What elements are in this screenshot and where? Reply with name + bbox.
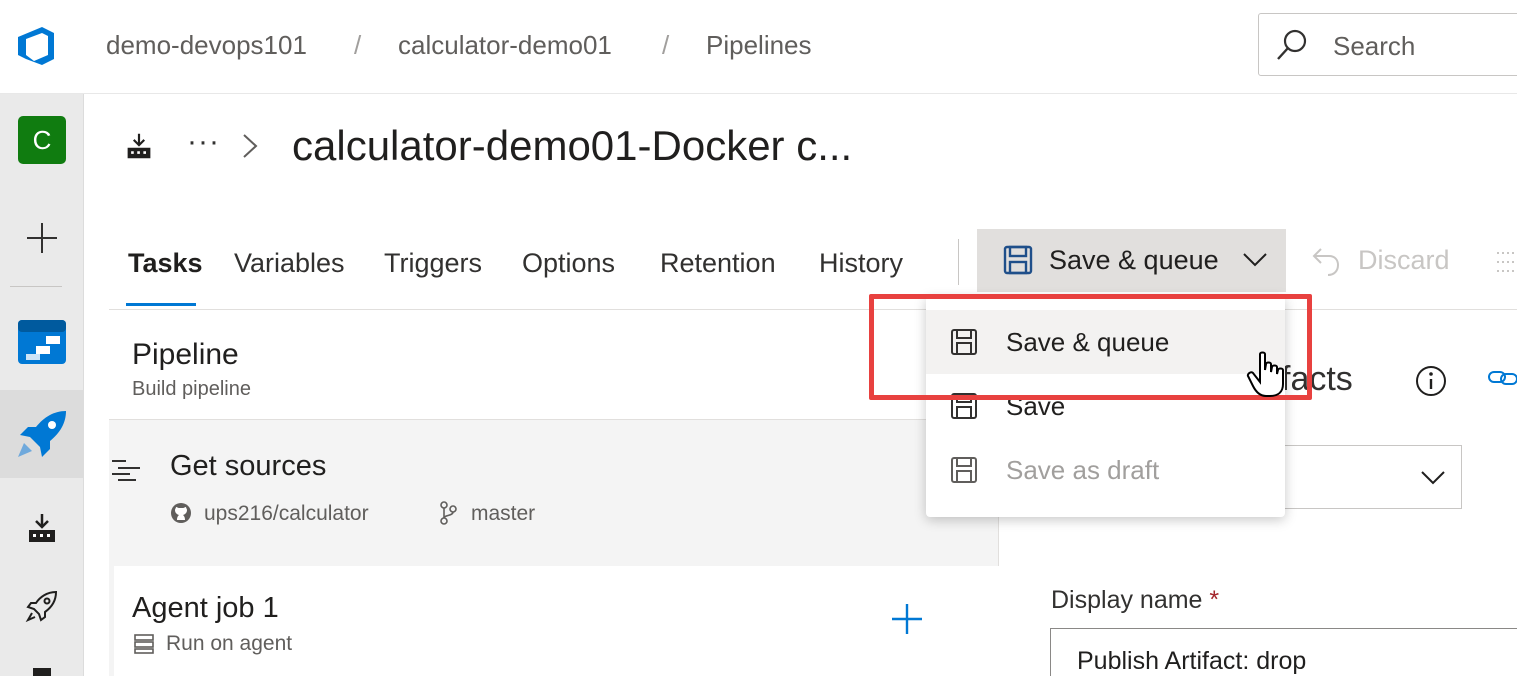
- pipeline-header: ··· calculator-demo01-Docker c...: [85, 95, 1517, 205]
- chevron-right-icon: [243, 134, 258, 158]
- source-branch: master: [471, 502, 536, 525]
- menu-item-label: Save as draft: [1006, 455, 1160, 485]
- display-name-value: Publish Artifact: drop: [1077, 647, 1307, 675]
- save-icon: [1003, 245, 1033, 275]
- azure-devops-logo-icon[interactable]: [12, 25, 60, 67]
- chevron-down-icon: [1421, 471, 1445, 485]
- sources-list-icon: [112, 460, 140, 481]
- save-and-queue-button[interactable]: Save & queue: [977, 229, 1286, 292]
- display-name-input[interactable]: Publish Artifact: drop: [1050, 628, 1517, 676]
- tab-tasks[interactable]: Tasks: [128, 248, 203, 279]
- save-icon: [951, 329, 977, 355]
- menu-item-save-and-queue[interactable]: Save & queue: [926, 310, 1285, 374]
- pipeline-subtitle: Build pipeline: [132, 378, 251, 400]
- search-icon: [1275, 28, 1309, 62]
- menu-item-label: Save: [1006, 391, 1066, 421]
- toolbar-divider: [958, 239, 959, 285]
- library-icon: [33, 668, 51, 676]
- menu-item-save[interactable]: Save: [926, 374, 1285, 438]
- avatar: C: [18, 116, 66, 164]
- tab-retention[interactable]: Retention: [660, 248, 776, 279]
- left-nav-rail: C: [0, 94, 84, 676]
- build-factory-icon: [127, 133, 151, 159]
- main-content: ··· calculator-demo01-Docker c... Tasks …: [85, 95, 1517, 676]
- top-bar: demo-devops101 / calculator-demo01 / Pip…: [0, 0, 1517, 94]
- required-mark: *: [1209, 586, 1220, 614]
- save-icon: [951, 393, 977, 419]
- builds-nav-button[interactable]: [0, 506, 84, 550]
- tab-options[interactable]: Options: [522, 248, 615, 279]
- save-and-queue-label: Save & queue: [1049, 245, 1219, 275]
- branch-icon: [440, 501, 457, 525]
- tab-triggers[interactable]: Triggers: [384, 248, 482, 279]
- breadcrumb-separator: /: [662, 30, 670, 60]
- server-icon: [134, 634, 154, 654]
- hand-cursor-icon: [1246, 351, 1284, 397]
- discard-button[interactable]: Discard: [1358, 245, 1450, 276]
- agent-job-subtitle: Run on agent: [166, 632, 293, 655]
- breadcrumb-section[interactable]: Pipelines: [706, 30, 812, 61]
- project-avatar-button[interactable]: C: [0, 112, 84, 168]
- add-task-plus-icon[interactable]: [890, 602, 924, 636]
- list-icon[interactable]: [1495, 249, 1517, 275]
- breadcrumb-separator: /: [354, 30, 362, 60]
- info-icon[interactable]: [1415, 365, 1447, 397]
- pipeline-title: Pipeline: [132, 338, 239, 371]
- rail-divider: [10, 286, 62, 287]
- agent-job-title: Agent job 1: [132, 592, 279, 624]
- menu-item-label: Save & queue: [1006, 327, 1170, 357]
- tab-variables[interactable]: Variables: [234, 248, 345, 279]
- boards-icon: [18, 320, 66, 364]
- build-factory-icon: [29, 514, 55, 542]
- undo-icon: [1312, 248, 1340, 276]
- tab-history[interactable]: History: [819, 248, 903, 279]
- github-icon: [171, 503, 191, 523]
- agent-job-node[interactable]: Agent job 1 Run on agent: [114, 566, 999, 676]
- more-nav-button[interactable]: [0, 660, 84, 676]
- boards-nav-button[interactable]: [0, 314, 84, 370]
- source-repo: ups216/calculator: [204, 502, 369, 525]
- menu-item-save-as-draft[interactable]: Save as draft: [926, 438, 1285, 502]
- link-icon[interactable]: [1487, 366, 1517, 390]
- page-title: calculator-demo01-Docker c...: [292, 122, 853, 169]
- breadcrumb-org[interactable]: demo-devops101: [106, 30, 307, 61]
- save-icon: [951, 457, 977, 483]
- save-dropdown-menu: Save & queue Save Save as draft: [926, 296, 1285, 517]
- breadcrumb-project[interactable]: calculator-demo01: [398, 30, 612, 61]
- search-placeholder: Search: [1333, 31, 1416, 61]
- pipelines-rocket-icon: [18, 411, 66, 457]
- active-tab-indicator: [126, 303, 196, 306]
- chevron-down-icon: [1243, 253, 1267, 267]
- plus-icon: [27, 223, 57, 253]
- search-input[interactable]: Search: [1258, 13, 1517, 76]
- pipelines-nav-button[interactable]: [0, 390, 84, 478]
- more-options-button[interactable]: ···: [187, 125, 220, 159]
- get-sources-title: Get sources: [170, 450, 327, 482]
- task-list-pane: Pipeline Build pipeline Get sources ups2…: [109, 310, 999, 676]
- tab-bar: Tasks Variables Triggers Options Retenti…: [85, 235, 1517, 311]
- add-button[interactable]: [0, 212, 84, 264]
- rocket-icon: [25, 590, 58, 623]
- pipeline-node[interactable]: Pipeline Build pipeline: [109, 310, 999, 420]
- display-name-label: Display name *: [1051, 586, 1220, 614]
- releases-nav-button[interactable]: [0, 584, 84, 628]
- get-sources-node[interactable]: Get sources ups216/calculator master: [109, 422, 999, 552]
